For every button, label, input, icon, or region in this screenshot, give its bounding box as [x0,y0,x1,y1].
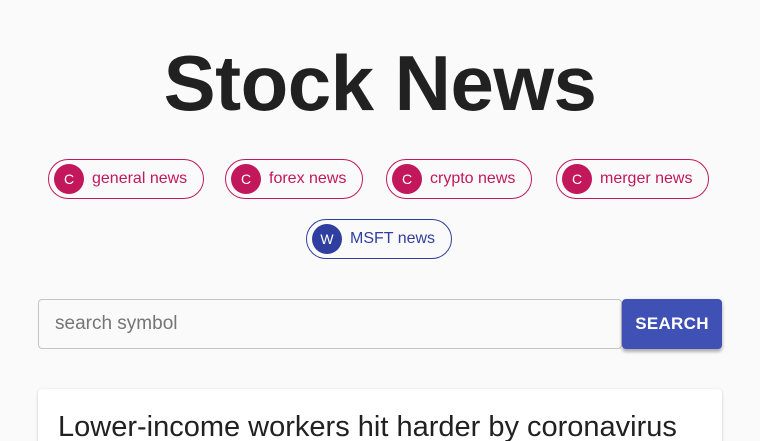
chip-merger-news[interactable]: C merger news [556,159,710,199]
chip-forex-news[interactable]: C forex news [225,159,364,199]
search-input[interactable] [38,299,622,349]
chip-crypto-news[interactable]: C crypto news [386,159,533,199]
page: Stock News C general news C forex news C… [0,0,760,441]
chip-avatar: W [312,224,342,254]
chip-label: forex news [269,170,347,187]
chip-label: merger news [600,170,693,187]
chip-label: general news [92,170,188,187]
page-title: Stock News [163,39,597,127]
chip-label: MSFT news [350,230,436,247]
search-button[interactable]: SEARCH [622,299,722,349]
chip-msft-news[interactable]: W MSFT news [306,219,453,259]
chip-avatar: C [54,164,84,194]
chip-avatar: C [231,164,261,194]
news-card-title: Lower-income workers hit harder by coron… [58,411,677,441]
chip-avatar: C [392,164,422,194]
chip-general-news[interactable]: C general news [48,159,205,199]
chip-label: crypto news [430,170,516,187]
chip-avatar: C [562,164,592,194]
news-card[interactable]: Lower-income workers hit harder by coron… [38,389,722,441]
